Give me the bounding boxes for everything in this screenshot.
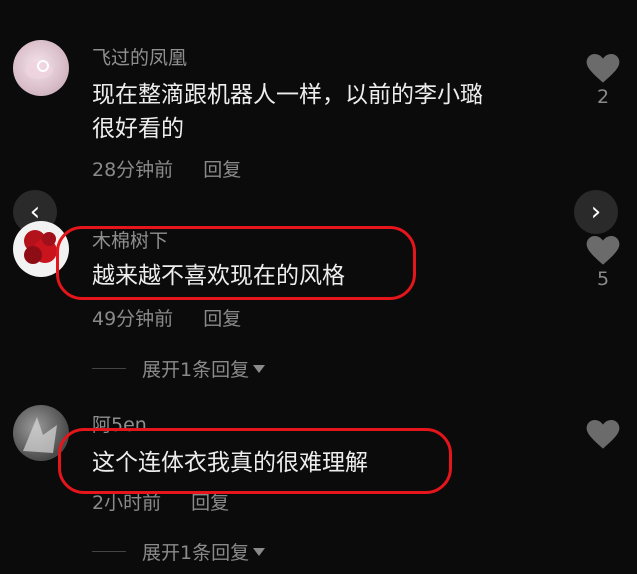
expand-replies-button[interactable]: 展开1条回复 <box>92 355 266 382</box>
expand-replies-label: 展开1条回复 <box>142 542 250 564</box>
divider <box>92 551 126 552</box>
comment-username[interactable]: 飞过的凤凰 <box>92 43 187 70</box>
comment-meta: 28分钟前 回复 <box>92 155 241 182</box>
comment-time: 2小时前 <box>92 492 162 514</box>
comment-time: 28分钟前 <box>92 159 174 181</box>
avatar[interactable] <box>13 40 69 96</box>
comment-text: 很好看的 <box>92 116 184 142</box>
avatar-image <box>25 60 53 79</box>
like-button[interactable]: 5 <box>583 236 623 290</box>
next-button[interactable]: › <box>574 190 618 234</box>
caret-down-icon <box>253 364 266 373</box>
like-count: 2 <box>596 86 610 108</box>
reply-button[interactable]: 回复 <box>191 492 229 514</box>
heart-icon <box>586 54 620 83</box>
heart-icon <box>586 420 620 449</box>
comment-time: 49分钟前 <box>92 308 174 330</box>
chevron-right-icon: › <box>590 197 602 227</box>
like-button[interactable] <box>583 420 623 452</box>
reply-button[interactable]: 回复 <box>203 159 241 181</box>
like-count: 5 <box>596 268 610 290</box>
highlight-outline <box>58 428 452 494</box>
comment-meta: 49分钟前 回复 <box>92 304 241 331</box>
like-button[interactable]: 2 <box>583 54 623 108</box>
reply-button[interactable]: 回复 <box>203 308 241 330</box>
divider <box>92 368 126 369</box>
expand-replies-button[interactable]: 展开1条回复 <box>92 538 266 565</box>
expand-replies-label: 展开1条回复 <box>142 359 250 381</box>
comment-text: 现在整滴跟机器人一样，以前的李小璐 <box>92 82 483 108</box>
highlight-outline <box>56 226 416 300</box>
caret-down-icon <box>253 547 266 556</box>
heart-icon <box>586 236 620 265</box>
